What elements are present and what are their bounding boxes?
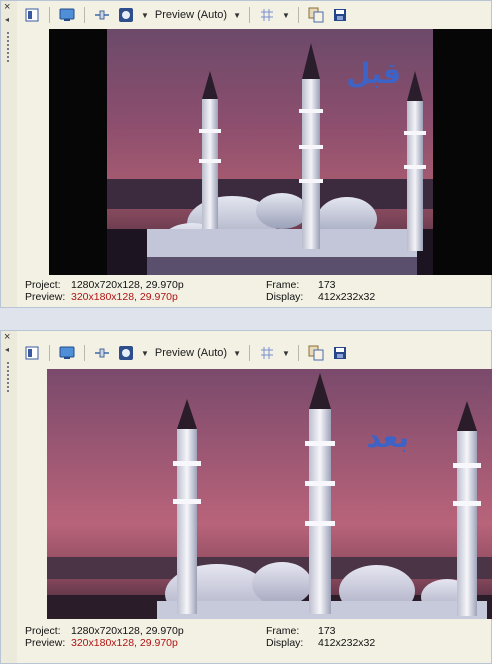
frame-status: Frame: 173 Display: 412x232x32 bbox=[266, 279, 375, 303]
copy-icon bbox=[308, 7, 324, 23]
split-screen-button[interactable] bbox=[93, 344, 111, 362]
grip-icon[interactable] bbox=[6, 361, 10, 393]
grid-button[interactable] bbox=[258, 6, 276, 24]
chevron-down-icon[interactable]: ▼ bbox=[282, 11, 290, 20]
save-icon bbox=[333, 9, 346, 21]
frame-status: Frame: 173 Display: 412x232x32 bbox=[266, 625, 375, 649]
toolbar-separator bbox=[297, 7, 299, 23]
frame-label: Frame: bbox=[266, 625, 300, 637]
chevron-down-icon[interactable]: ▼ bbox=[141, 349, 149, 358]
properties-icon bbox=[25, 8, 39, 22]
project-status: Project: 1280x720x128, 29.970p Preview: 32… bbox=[25, 279, 184, 303]
chevron-down-icon[interactable]: ▼ bbox=[233, 11, 241, 20]
mosque-frame-image: بعد bbox=[47, 369, 492, 619]
close-icon[interactable]: × bbox=[4, 331, 10, 343]
preview-quality-dropdown[interactable]: Preview (Auto) bbox=[155, 347, 227, 359]
split-screen-icon bbox=[95, 10, 109, 20]
project-value: 1280x720x128, 29.970p bbox=[71, 625, 184, 637]
external-monitor-button[interactable] bbox=[58, 344, 76, 362]
display-value: 412x232x32 bbox=[318, 637, 376, 649]
panel-grip[interactable]: × ◂ bbox=[1, 331, 17, 663]
chevron-down-icon[interactable]: ▼ bbox=[233, 349, 241, 358]
chevron-down-icon[interactable]: ▼ bbox=[282, 349, 290, 358]
preview-quality-dropdown[interactable]: Preview (Auto) bbox=[155, 9, 227, 21]
external-monitor-button[interactable] bbox=[58, 6, 76, 24]
pin-arrow-icon[interactable]: ◂ bbox=[5, 15, 9, 24]
copy-icon bbox=[308, 345, 324, 361]
save-snapshot-button[interactable] bbox=[331, 344, 349, 362]
overlay-caption: بعد bbox=[366, 421, 409, 454]
toolbar-separator bbox=[49, 345, 50, 361]
frame-value: 173 bbox=[318, 279, 336, 291]
panel-grip[interactable]: × ◂ bbox=[1, 1, 17, 307]
mosque-frame-image: قبل bbox=[107, 29, 433, 275]
grip-icon[interactable] bbox=[6, 31, 10, 63]
grid-icon bbox=[260, 347, 273, 359]
toolbar-separator bbox=[49, 7, 50, 23]
mosque-illustration bbox=[47, 373, 492, 619]
preview-value: 320x180x128, 29.970p bbox=[71, 637, 178, 649]
close-icon[interactable]: × bbox=[4, 1, 10, 13]
properties-button[interactable] bbox=[23, 344, 41, 362]
overlays-button[interactable] bbox=[117, 344, 135, 362]
toolbar-separator bbox=[84, 345, 85, 361]
overlay-caption: قبل bbox=[346, 57, 401, 90]
preview-label: Preview: bbox=[25, 291, 66, 303]
frame-value: 173 bbox=[318, 625, 336, 637]
video-viewport[interactable]: قبل bbox=[49, 29, 492, 275]
overlay-icon bbox=[119, 346, 133, 360]
project-status: Project: 1280x720x128, 29.970p Preview: 32… bbox=[25, 625, 184, 649]
chevron-down-icon[interactable]: ▼ bbox=[141, 11, 149, 20]
video-viewport[interactable]: بعد bbox=[47, 369, 492, 619]
overlays-button[interactable] bbox=[117, 6, 135, 24]
pin-arrow-icon[interactable]: ◂ bbox=[5, 345, 9, 354]
save-snapshot-button[interactable] bbox=[331, 6, 349, 24]
properties-button[interactable] bbox=[23, 6, 41, 24]
display-label: Display: bbox=[266, 291, 304, 303]
preview-toolbar: ▼ Preview (Auto) ▼ ▼ bbox=[23, 3, 483, 27]
toolbar-separator bbox=[297, 345, 299, 361]
frame-label: Frame: bbox=[266, 279, 300, 291]
copy-snapshot-button[interactable] bbox=[307, 344, 325, 362]
project-label: Project: bbox=[25, 279, 61, 291]
project-value: 1280x720x128, 29.970p bbox=[71, 279, 184, 291]
toolbar-separator bbox=[248, 345, 250, 361]
properties-icon bbox=[25, 346, 39, 360]
preview-toolbar: ▼ Preview (Auto) ▼ ▼ bbox=[23, 341, 483, 365]
save-icon bbox=[333, 347, 346, 359]
preview-value: 320x180x128, 29.970p bbox=[71, 291, 178, 303]
overlay-icon bbox=[119, 8, 133, 22]
display-label: Display: bbox=[266, 637, 304, 649]
project-label: Project: bbox=[25, 625, 61, 637]
preview-label: Preview: bbox=[25, 637, 66, 649]
video-preview-panel-after: × ◂ ▼ Preview (Auto) ▼ ▼ بعد Project: 12… bbox=[0, 330, 492, 664]
display-value: 412x232x32 bbox=[318, 291, 376, 303]
split-screen-icon bbox=[95, 348, 109, 358]
video-preview-panel-before: × ◂ ▼ Preview (Auto) ▼ ▼ قبل Project: 12… bbox=[0, 0, 492, 308]
toolbar-separator bbox=[248, 7, 250, 23]
grid-button[interactable] bbox=[258, 344, 276, 362]
copy-snapshot-button[interactable] bbox=[307, 6, 325, 24]
monitor-icon bbox=[59, 8, 75, 21]
toolbar-separator bbox=[84, 7, 85, 23]
grid-icon bbox=[260, 9, 273, 21]
monitor-icon bbox=[59, 346, 75, 359]
split-screen-button[interactable] bbox=[93, 6, 111, 24]
